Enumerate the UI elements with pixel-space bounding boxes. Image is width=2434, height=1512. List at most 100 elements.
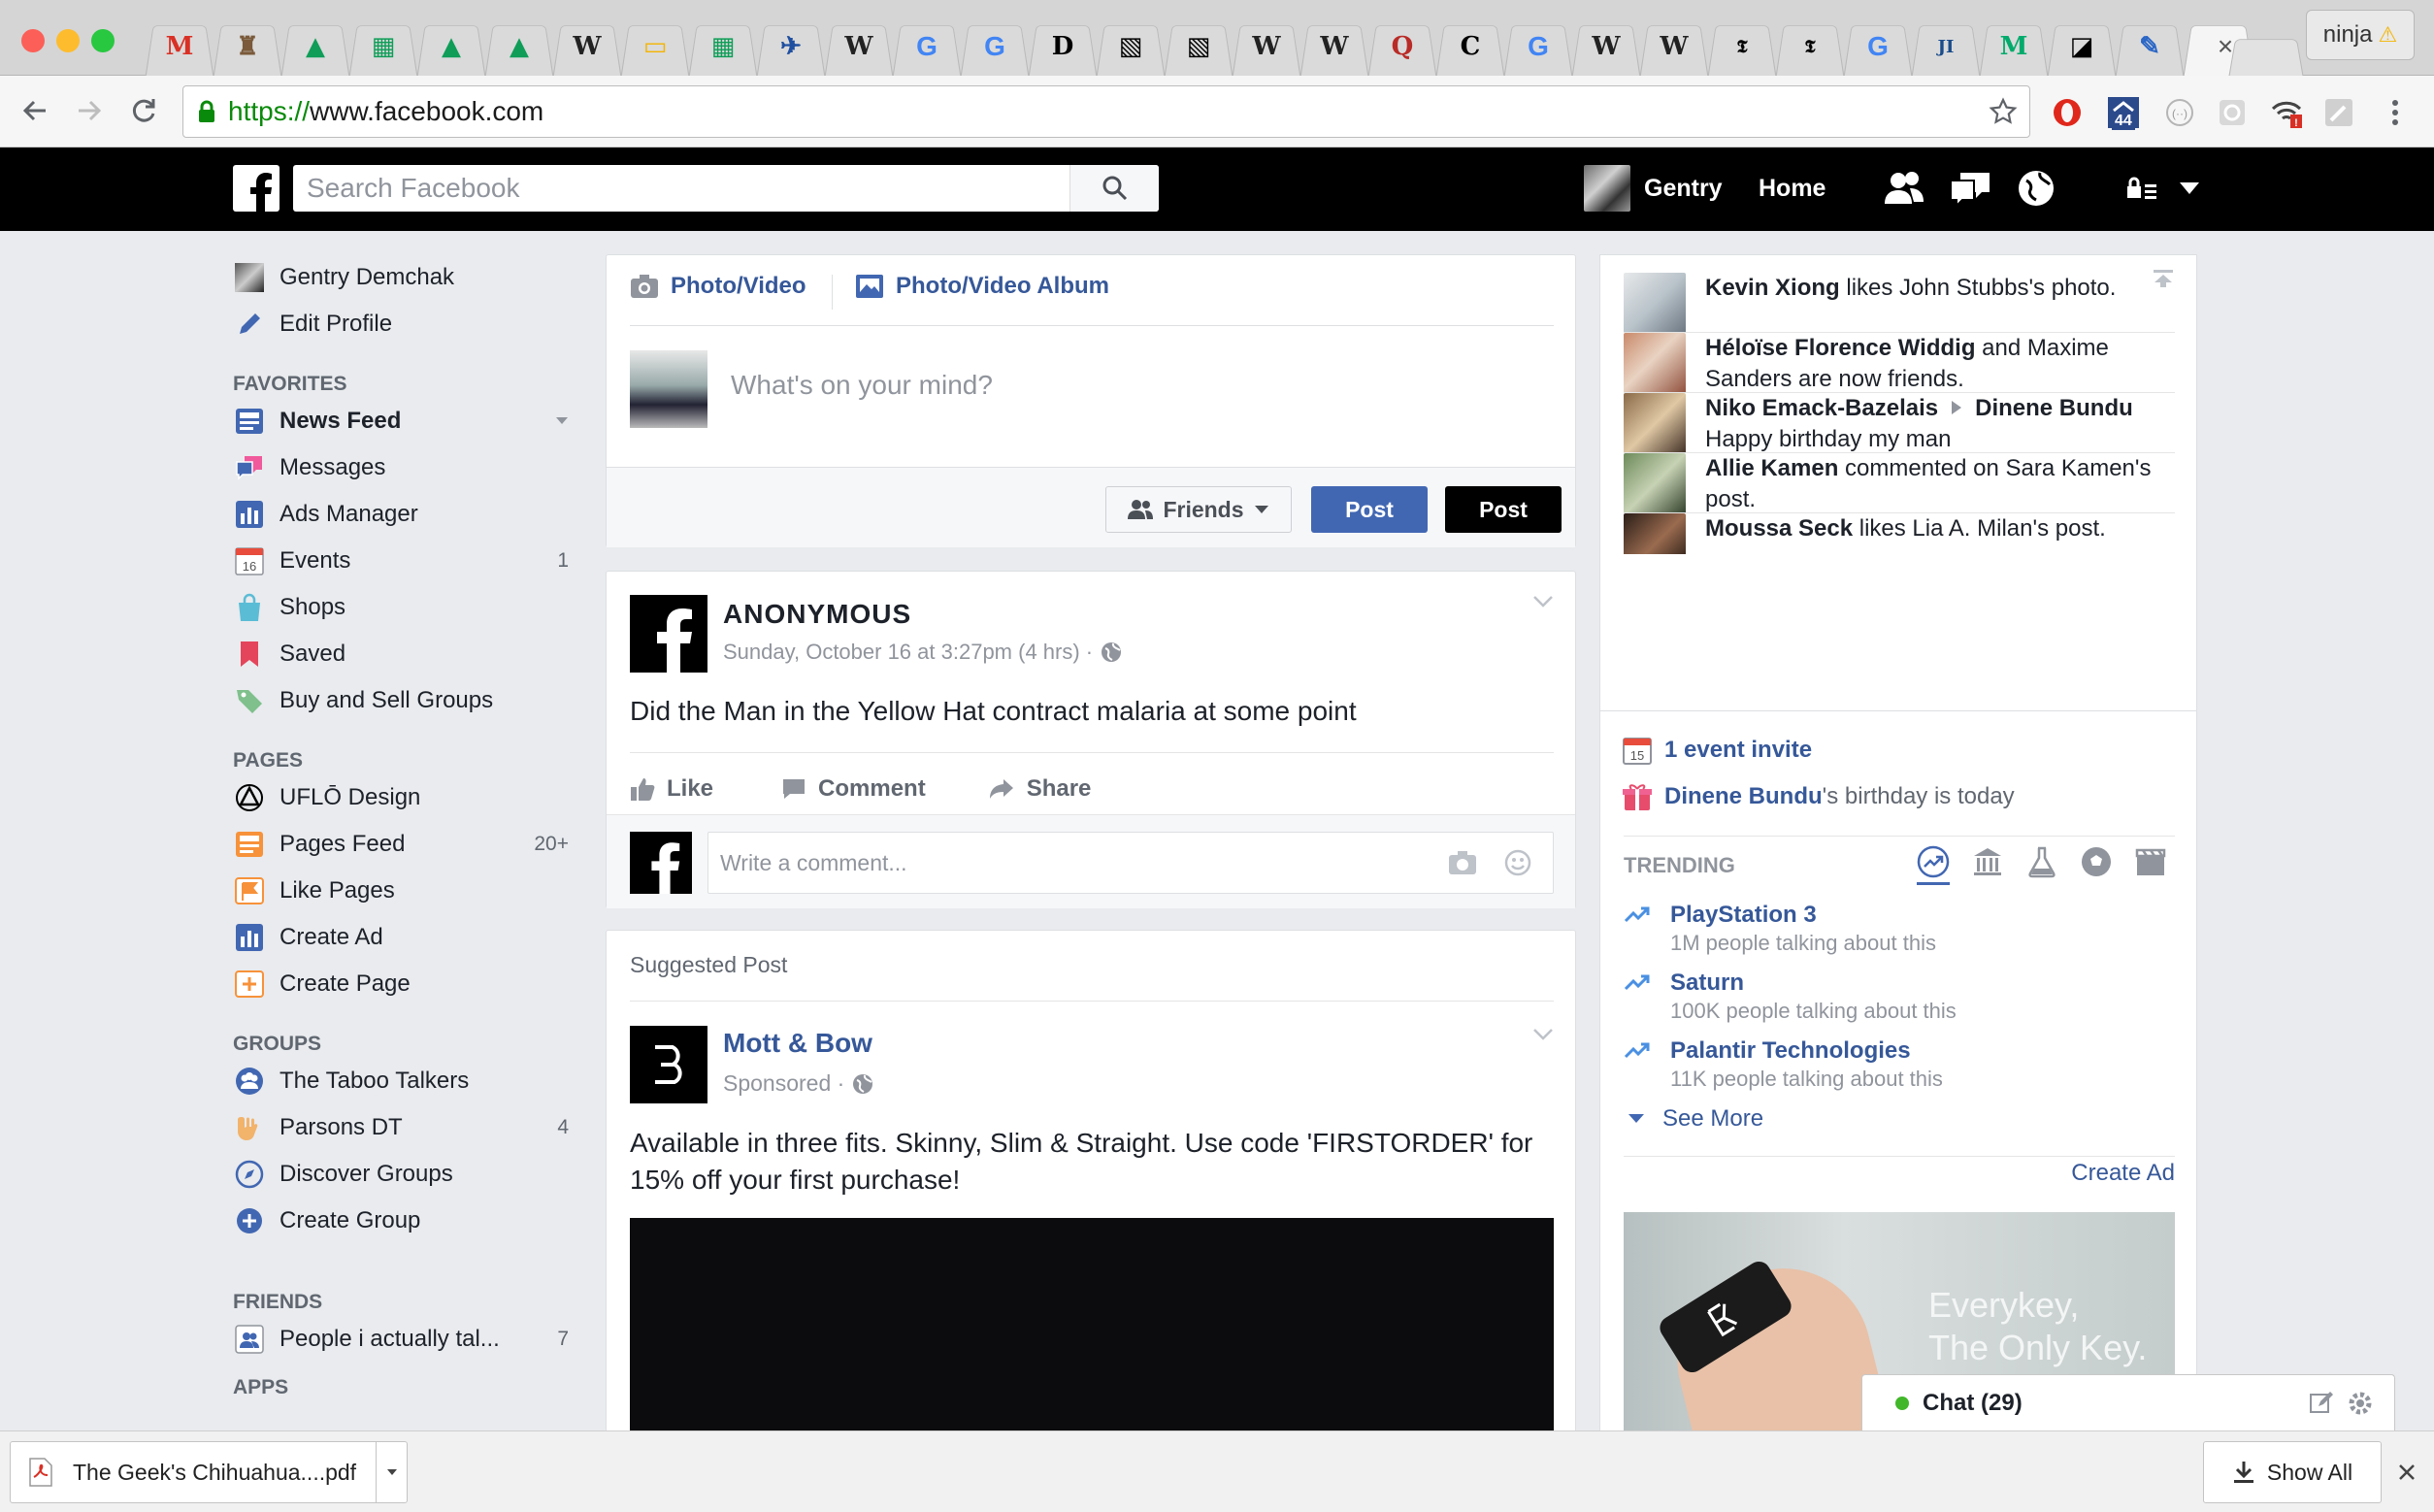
sidebar-item-create-page[interactable]: Create Page: [233, 961, 582, 1007]
browser-tab[interactable]: W: [1640, 17, 1708, 76]
tab-trending-science[interactable]: [2025, 845, 2058, 885]
address-bar[interactable]: https://www.facebook.com: [182, 85, 2030, 138]
sidebar-item-like-pages[interactable]: Like Pages: [233, 868, 582, 914]
sidebar-item-create-ad[interactable]: Create Ad: [233, 914, 582, 961]
sidebar-item-people-i-actually-tal[interactable]: People i actually tal... 7: [233, 1316, 582, 1363]
account-menu-button[interactable]: [2178, 181, 2201, 196]
show-all-downloads-button[interactable]: Show All: [2203, 1441, 2382, 1503]
browser-tab[interactable]: G: [1844, 17, 1912, 76]
see-more-trending[interactable]: See More: [1628, 1105, 1763, 1133]
download-item[interactable]: The Geek's Chihuahua....pdf: [10, 1441, 408, 1503]
sidebar-item-ads-manager[interactable]: Ads Manager: [233, 491, 582, 538]
browser-tab[interactable]: G: [1504, 17, 1572, 76]
home-link[interactable]: Home: [1759, 175, 1826, 203]
extension-badge-icon[interactable]: 44: [2106, 95, 2141, 130]
browser-tab[interactable]: ✎: [2116, 17, 2184, 76]
reload-button[interactable]: [122, 89, 165, 132]
browser-tab[interactable]: ▧: [1165, 17, 1233, 76]
chat-bar[interactable]: Chat (29): [1861, 1374, 2395, 1430]
tab-photo-video[interactable]: Photo/Video: [630, 273, 806, 300]
sidebar-item-parsons-dt[interactable]: Parsons DT 4: [233, 1104, 582, 1151]
browser-tab[interactable]: Q: [1368, 17, 1436, 76]
sidebar-item-messages[interactable]: Messages: [233, 444, 582, 491]
event-invite-link[interactable]: 15 1 event invite: [1622, 735, 1812, 766]
facebook-logo[interactable]: [233, 165, 280, 212]
wrench-extension-icon[interactable]: [2321, 95, 2356, 130]
trending-topic[interactable]: Saturn 100K people talking about this: [1624, 970, 1957, 1024]
privacy-shortcuts-button[interactable]: [2125, 175, 2158, 202]
browser-tab[interactable]: ▭: [621, 17, 689, 76]
close-downloads-button[interactable]: [2387, 1453, 2426, 1492]
sidebar-item-ufl-design[interactable]: UFLŌ Design: [233, 774, 582, 821]
ticker-story[interactable]: Héloïse Florence Widdig and Maxime Sander…: [1624, 333, 2175, 393]
emoji-icon[interactable]: [1504, 849, 1531, 876]
browser-tab[interactable]: ◪: [2048, 17, 2116, 76]
trending-title[interactable]: Saturn: [1670, 970, 1957, 997]
tab-photo-album[interactable]: Photo/Video Album: [855, 273, 1109, 300]
sponsor-name[interactable]: Mott & Bow: [723, 1028, 872, 1059]
browser-tab[interactable]: D: [1029, 17, 1097, 76]
sidebar-item-create-group[interactable]: Create Group: [233, 1198, 582, 1244]
sidebar-item-saved[interactable]: Saved: [233, 631, 582, 677]
ticker-story[interactable]: Allie Kamen commented on Sara Kamen's pos…: [1624, 453, 2175, 513]
gear-extension-icon[interactable]: [2215, 95, 2250, 130]
minimize-window-button[interactable]: [56, 29, 80, 52]
trending-topic[interactable]: PlayStation 3 1M people talking about thi…: [1624, 902, 1936, 956]
story-options-button[interactable]: [1532, 595, 1554, 608]
notifications-button[interactable]: [2017, 169, 2056, 208]
mott-bow-avatar[interactable]: [630, 1026, 707, 1103]
new-message-icon[interactable]: [2309, 1391, 2334, 1416]
birthday-reminder[interactable]: Dinene Bundu's birthday is today: [1622, 781, 2015, 812]
post-button-blue[interactable]: Post: [1311, 486, 1428, 533]
ellipsis-extension-icon[interactable]: (··): [2162, 95, 2197, 130]
browser-tab[interactable]: W: [1233, 17, 1300, 76]
browser-tab[interactable]: JI: [1912, 17, 1980, 76]
post-button-black[interactable]: Post: [1445, 486, 1562, 533]
sidebar-item-the-taboo-talkers[interactable]: The Taboo Talkers: [233, 1058, 582, 1104]
suggested-options-button[interactable]: [1532, 1028, 1554, 1041]
browser-tab[interactable]: W: [1572, 17, 1640, 76]
zoom-window-button[interactable]: [91, 29, 115, 52]
close-tab-icon[interactable]: ×: [2218, 31, 2233, 62]
ticker-actor[interactable]: Moussa Seck: [1705, 515, 1853, 542]
comment-button[interactable]: Comment: [781, 775, 926, 803]
sidebar-profile-link[interactable]: Gentry Demchak: [233, 254, 582, 301]
story-author-avatar[interactable]: [630, 595, 707, 673]
download-menu-button[interactable]: [376, 1442, 407, 1502]
header-profile-link[interactable]: Gentry: [1584, 165, 1723, 212]
sidebar-item-shops[interactable]: Shops: [233, 584, 582, 631]
share-button[interactable]: Share: [988, 775, 1091, 803]
browser-tab[interactable]: G: [961, 17, 1029, 76]
search-input[interactable]: [293, 166, 1069, 211]
sidebar-edit-profile[interactable]: Edit Profile: [233, 301, 582, 347]
search-button[interactable]: [1069, 165, 1159, 212]
sidebar-item-discover-groups[interactable]: Discover Groups: [233, 1151, 582, 1198]
trending-topic[interactable]: Palantir Technologies 11K people talking …: [1624, 1037, 1943, 1092]
camera-icon[interactable]: [1448, 850, 1477, 875]
news-feed-options-icon[interactable]: [555, 416, 569, 426]
friend-requests-button[interactable]: [1881, 169, 1927, 208]
new-tab-button[interactable]: [2228, 25, 2310, 78]
sidebar-item-events[interactable]: 16 Events 1: [233, 538, 582, 584]
story-timestamp[interactable]: Sunday, October 16 at 3:27pm (4 hrs) ·: [723, 640, 1093, 665]
ticker-target[interactable]: Dinene Bundu: [1975, 395, 2133, 421]
back-button[interactable]: [14, 89, 56, 132]
browser-tab[interactable]: W: [1300, 17, 1368, 76]
browser-tab[interactable]: 𝕿: [1708, 17, 1776, 76]
tab-trending-sports[interactable]: [2080, 845, 2113, 885]
ticker-actor[interactable]: Allie Kamen: [1705, 455, 1838, 481]
browser-tab[interactable]: ▧: [1097, 17, 1165, 76]
sidebar-item-buy-and-sell-groups[interactable]: Buy and Sell Groups: [233, 677, 582, 724]
browser-tab[interactable]: 𝕿: [1776, 17, 1844, 76]
ticker-actor[interactable]: Héloïse Florence Widdig: [1705, 335, 1976, 361]
composer-input[interactable]: What's on your mind?: [731, 370, 993, 401]
story-author-name[interactable]: ANONYMOUS: [723, 599, 911, 630]
birthday-name[interactable]: Dinene Bundu: [1664, 783, 1823, 809]
ticker-story[interactable]: Kevin Xiong likes John Stubbs's photo.: [1624, 273, 2175, 333]
gear-icon[interactable]: [2348, 1391, 2373, 1416]
sponsored-label[interactable]: Sponsored ·: [723, 1070, 844, 1097]
browser-tab[interactable]: W: [553, 17, 621, 76]
forward-button[interactable]: [68, 89, 111, 132]
comment-input[interactable]: Write a comment...: [707, 832, 1554, 894]
browser-tab[interactable]: ♜: [214, 17, 281, 76]
